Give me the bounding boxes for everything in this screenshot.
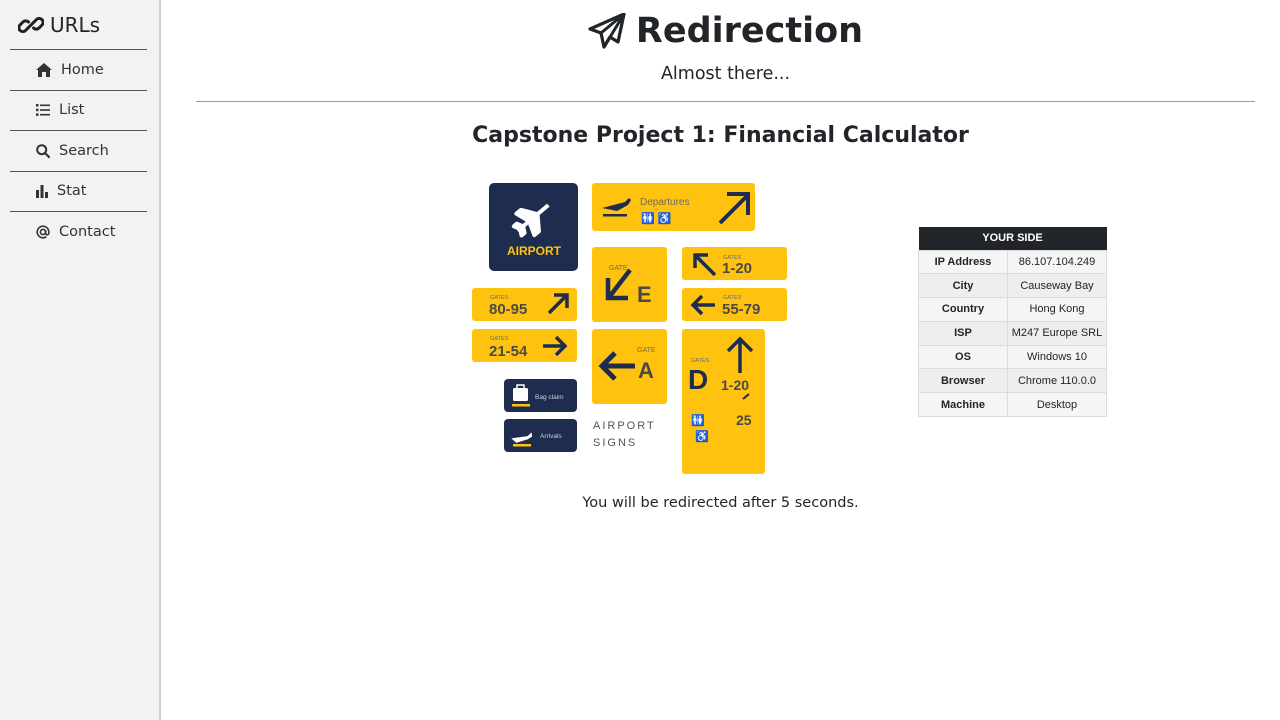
- gate-d-letter: D: [688, 364, 708, 395]
- gates-55-79-sign: GATES 55-79: [682, 288, 787, 321]
- search-icon: [36, 143, 50, 158]
- gates-80-95-value: 80-95: [489, 301, 527, 318]
- gate-a-sign: GATE A: [592, 329, 667, 404]
- gate-e-sign: GATE E: [592, 247, 667, 322]
- page-title: Redirection: [635, 11, 864, 51]
- sidebar-item-contact[interactable]: Contact: [10, 212, 147, 253]
- row-value: Hong Kong: [1007, 297, 1107, 322]
- redirect-message: You will be redirected after 5 seconds.: [582, 495, 859, 511]
- row-key: IP Address: [918, 249, 1008, 275]
- link-icon: [18, 16, 44, 33]
- row-value: M247 Europe SRL: [1007, 320, 1107, 346]
- page-subtitle: Almost there...: [660, 64, 791, 84]
- gate-a-small: GATE: [637, 347, 656, 354]
- sidebar-item-home[interactable]: Home: [10, 50, 147, 91]
- gates-80-95-sign: GATES 80-95: [472, 288, 577, 321]
- row-key: Country: [918, 297, 1008, 322]
- gates-21-54-sign: GATES 21-54: [472, 329, 577, 362]
- row-value: Chrome 110.0.0: [1007, 368, 1107, 394]
- sidebar-item-stat[interactable]: Stat: [10, 172, 147, 212]
- accessible-icon: ♿: [695, 430, 709, 443]
- gates-1-20-value: 1-20: [722, 260, 752, 277]
- gate-e-small: GATE: [609, 265, 628, 272]
- gates-1-20-sign: GATES 1-20: [682, 247, 787, 280]
- table-row: ISP M247 Europe SRL: [918, 320, 1107, 346]
- airport-signs-caption-2: SIGNS: [593, 437, 637, 449]
- brand[interactable]: URLs: [10, 0, 147, 50]
- sidebar-item-label: Home: [61, 61, 104, 78]
- page-header: Redirection Almost there...: [196, 0, 1255, 102]
- at-icon: [36, 225, 50, 239]
- row-value: 86.107.104.249: [1007, 249, 1107, 275]
- your-side-table: YOUR SIDE IP Address 86.107.104.249 City…: [918, 227, 1107, 418]
- title-row: Redirection: [196, 8, 1255, 54]
- brand-title: URLs: [50, 12, 101, 37]
- row-value: Causeway Bay: [1007, 273, 1107, 299]
- gate-e-letter: E: [637, 282, 652, 307]
- table-row: Browser Chrome 110.0.0: [918, 368, 1107, 394]
- gates-21-54-value: 21-54: [489, 343, 528, 360]
- table-heading: YOUR SIDE: [918, 227, 1107, 250]
- row-key: Browser: [918, 368, 1008, 394]
- sidebar-item-label: Contact: [59, 224, 116, 241]
- sidebar-item-label: Search: [59, 142, 109, 159]
- bag-claim-label: Bag claim: [535, 394, 564, 401]
- row-value: Windows 10: [1007, 344, 1107, 370]
- sidebar-item-label: List: [59, 102, 85, 119]
- row-key: Machine: [918, 392, 1008, 418]
- airport-signs-caption-1: AIRPORT: [593, 420, 656, 432]
- row-key: OS: [918, 344, 1008, 370]
- gate-a-letter: A: [638, 358, 654, 383]
- list-icon: [36, 104, 50, 117]
- airport-label: AIRPORT: [507, 244, 562, 258]
- gates-21-54-small: GATES: [490, 336, 509, 342]
- bar-chart-icon: [36, 184, 48, 198]
- table-row: Country Hong Kong: [918, 297, 1107, 322]
- home-icon: [36, 62, 52, 77]
- table-row: City Causeway Bay: [918, 273, 1107, 299]
- bag-claim-sign: Bag claim: [504, 379, 577, 412]
- departures-sign: Departures 🚻 ♿: [592, 183, 755, 231]
- airport-signs-image: AIRPORT Departures 🚻 ♿ GATE E GATES 1-20: [472, 183, 787, 474]
- table-row: Machine Desktop: [918, 392, 1107, 418]
- gate-d-range: 1-20: [721, 377, 749, 393]
- gates-55-79-value: 55-79: [722, 301, 760, 318]
- sidebar: URLs Home List Search Stat Contact: [0, 0, 161, 720]
- arrivals-label: Arrivals: [540, 433, 562, 440]
- row-value: Desktop: [1007, 392, 1107, 418]
- paper-plane-icon: [588, 13, 626, 49]
- row-key: City: [918, 273, 1008, 299]
- main-content: Redirection Almost there... Capstone Pro…: [161, 0, 1280, 720]
- sidebar-item-label: Stat: [57, 183, 87, 200]
- departures-label: Departures: [640, 197, 689, 208]
- gate-d-sign: GATES D 1-20 25 🚻 ♿: [682, 329, 765, 474]
- gate-d-25: 25: [736, 412, 752, 428]
- row-key: ISP: [918, 320, 1008, 346]
- project-title[interactable]: Capstone Project 1: Financial Calculator: [161, 123, 1280, 148]
- gate-d-facilities: 🚻: [691, 414, 705, 427]
- facilities-icons: 🚻 ♿: [641, 212, 672, 225]
- sidebar-item-search[interactable]: Search: [10, 131, 147, 172]
- sidebar-item-list[interactable]: List: [10, 91, 147, 131]
- airport-badge: AIRPORT: [489, 183, 578, 271]
- table-row: IP Address 86.107.104.249: [918, 249, 1107, 275]
- table-row: OS Windows 10: [918, 344, 1107, 370]
- arrivals-sign: Arrivals: [504, 419, 577, 452]
